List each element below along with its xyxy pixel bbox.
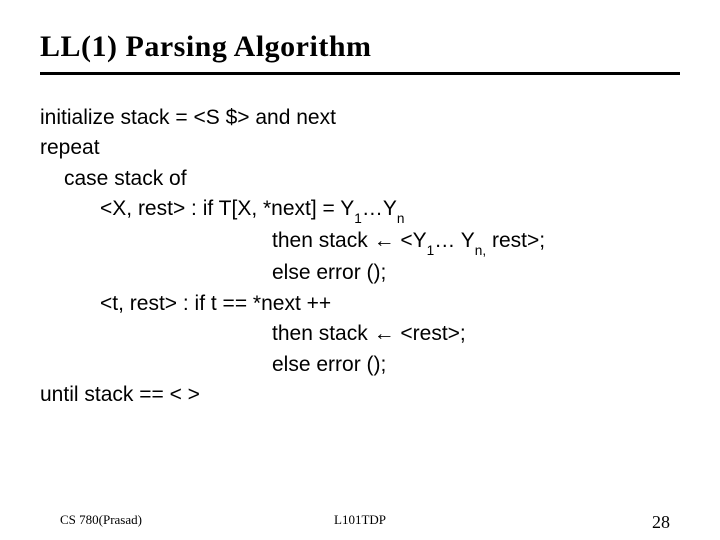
line-case-t: <t, rest> : if t == *next ++ xyxy=(40,289,680,319)
text: stack xyxy=(313,229,374,252)
text: stack = <S $> xyxy=(115,106,256,129)
text: t == *next ++ xyxy=(205,292,331,315)
text: stack == < > xyxy=(79,383,200,406)
text: next xyxy=(290,106,336,129)
text: stack xyxy=(108,167,169,190)
kw-repeat: repeat xyxy=(40,136,100,159)
line-case-X: <X, rest> : if T[X, *next] = Y1…Yn xyxy=(40,194,680,226)
arrow-icon: ← xyxy=(374,229,395,252)
title-rule xyxy=(40,72,680,75)
text: rest>; xyxy=(486,229,545,252)
text: …Y xyxy=(362,197,397,220)
text: <X, rest> : xyxy=(100,197,203,220)
subscript: n xyxy=(397,211,405,226)
kw-else: else xyxy=(272,353,311,376)
line-repeat: repeat xyxy=(40,133,680,163)
algorithm-body: initialize stack = <S $> and next repeat… xyxy=(40,103,680,410)
footer-page-number: 28 xyxy=(652,512,670,533)
kw-until: until xyxy=(40,383,79,406)
line-else-t: else error (); xyxy=(40,350,680,380)
subscript: 1 xyxy=(427,243,435,258)
line-else-X: else error (); xyxy=(40,258,680,288)
subscript: n, xyxy=(475,243,486,258)
line-case: case stack of xyxy=(40,164,680,194)
text: error (); xyxy=(311,353,387,376)
kw-initialize: initialize xyxy=(40,106,115,129)
text: T[X, *next] = Y xyxy=(213,197,354,220)
line-until: until stack == < > xyxy=(40,380,680,410)
line-initialize: initialize stack = <S $> and next xyxy=(40,103,680,133)
arrow-icon: ← xyxy=(374,322,395,345)
kw-if: if xyxy=(195,292,206,315)
footer-center: L101TDP xyxy=(0,512,720,528)
kw-then: then xyxy=(272,322,313,345)
line-then-X: then stack ← <Y1… Yn, rest>; xyxy=(40,226,680,258)
text: error (); xyxy=(311,261,387,284)
text: <t, rest> : xyxy=(100,292,195,315)
subscript: 1 xyxy=(354,211,362,226)
line-then-t: then stack ← <rest>; xyxy=(40,319,680,349)
kw-case: case xyxy=(64,167,108,190)
text: <Y xyxy=(395,229,427,252)
kw-if: if xyxy=(203,197,214,220)
text: … Y xyxy=(434,229,474,252)
kw-and: and xyxy=(255,106,290,129)
text: <rest>; xyxy=(395,322,466,345)
slide: LL(1) Parsing Algorithm initialize stack… xyxy=(0,0,720,540)
kw-then: then xyxy=(272,229,313,252)
kw-of: of xyxy=(169,167,187,190)
slide-title: LL(1) Parsing Algorithm xyxy=(40,30,680,64)
kw-else: else xyxy=(272,261,311,284)
text: stack xyxy=(313,322,374,345)
